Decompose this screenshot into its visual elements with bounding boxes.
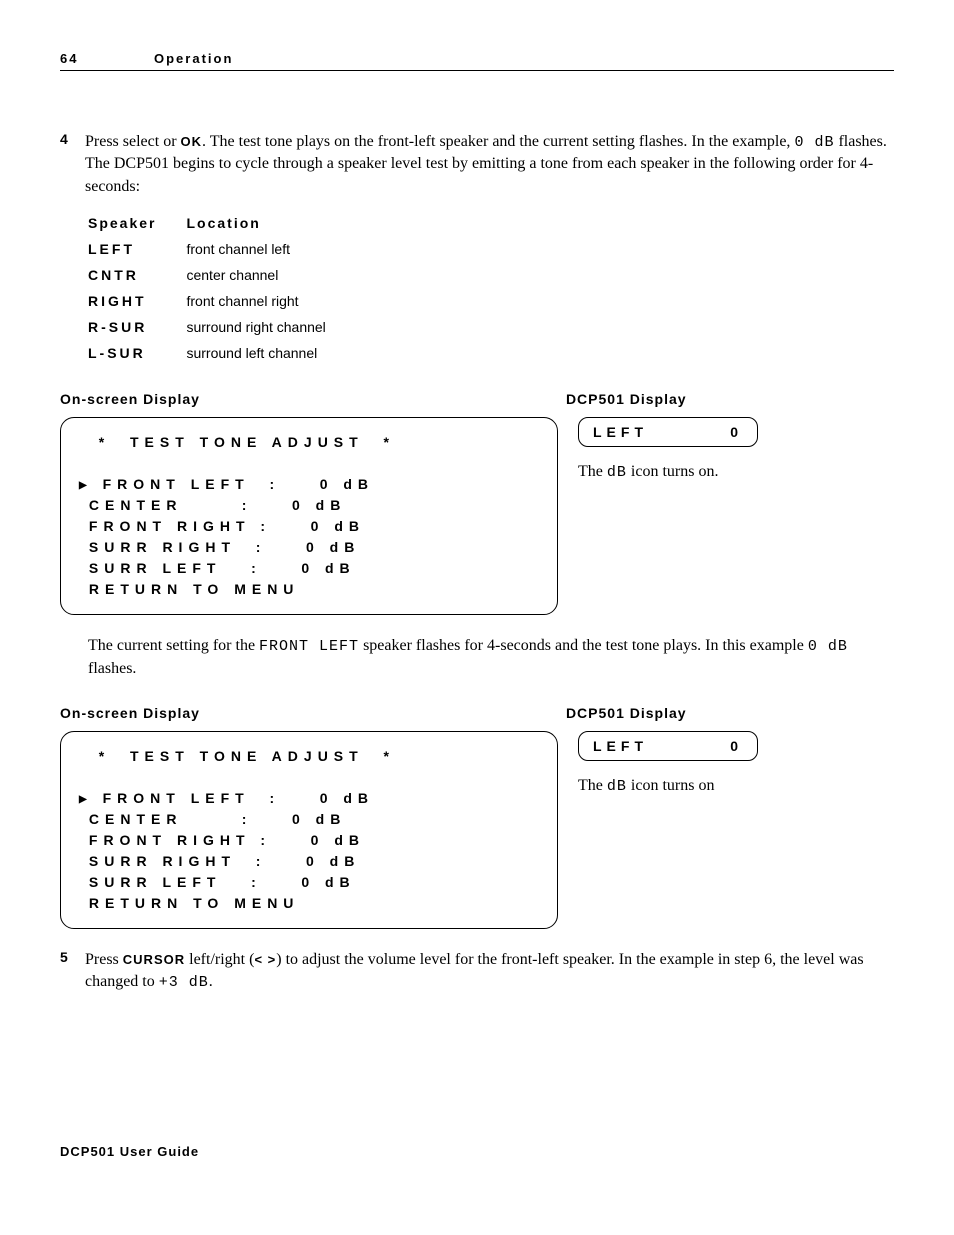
step-number: 5 (60, 949, 85, 994)
page-number: 64 (60, 51, 150, 66)
display-labels-2: On-screen Display DCP501 Display (60, 705, 894, 723)
table-row: R-SURsurround right channel (88, 314, 356, 340)
dcp-display: LEFT 0 (578, 731, 758, 761)
table-row: CNTRcenter channel (88, 262, 356, 288)
step-4: 4 Press select or OK. The test tone play… (60, 131, 894, 198)
cursor-label: CURSOR (123, 952, 185, 967)
table-row: L-SURsurround left channel (88, 340, 356, 366)
section-title: Operation (154, 51, 233, 66)
pointer-icon: ▶ (79, 480, 93, 491)
dcp-display: LEFT 0 (578, 417, 758, 447)
table-row: LEFTfront channel left (88, 236, 356, 262)
dcp-caption: The dB icon turns on (578, 777, 894, 795)
step-body: Press CURSOR left/right (< >) to adjust … (85, 949, 894, 994)
step-5: 5 Press CURSOR left/right (< >) to adjus… (60, 949, 894, 994)
display-labels: On-screen Display DCP501 Display (60, 391, 894, 409)
osd-display: * TEST TONE ADJUST * ▶ FRONT LEFT : 0 dB… (60, 731, 558, 929)
step-number: 4 (60, 131, 85, 198)
dcp-caption: The dB icon turns on. (578, 463, 894, 481)
mid-paragraph: The current setting for the FRONT LEFT s… (88, 635, 894, 680)
step-body: Press select or OK. The test tone plays … (85, 131, 894, 198)
pointer-icon: ▶ (79, 794, 93, 805)
display-row-1: * TEST TONE ADJUST * ▶ FRONT LEFT : 0 dB… (60, 417, 894, 615)
footer: DCP501 User Guide (60, 1144, 894, 1159)
table-row: RIGHTfront channel right (88, 288, 356, 314)
speaker-table: Speaker Location LEFTfront channel left … (88, 210, 356, 366)
col-speaker: Speaker (88, 210, 186, 236)
page-header: 64 Operation (60, 50, 894, 71)
ok-label: OK (181, 134, 203, 149)
display-row-2: * TEST TONE ADJUST * ▶ FRONT LEFT : 0 dB… (60, 731, 894, 929)
col-location: Location (186, 210, 355, 236)
osd-display: * TEST TONE ADJUST * ▶ FRONT LEFT : 0 dB… (60, 417, 558, 615)
